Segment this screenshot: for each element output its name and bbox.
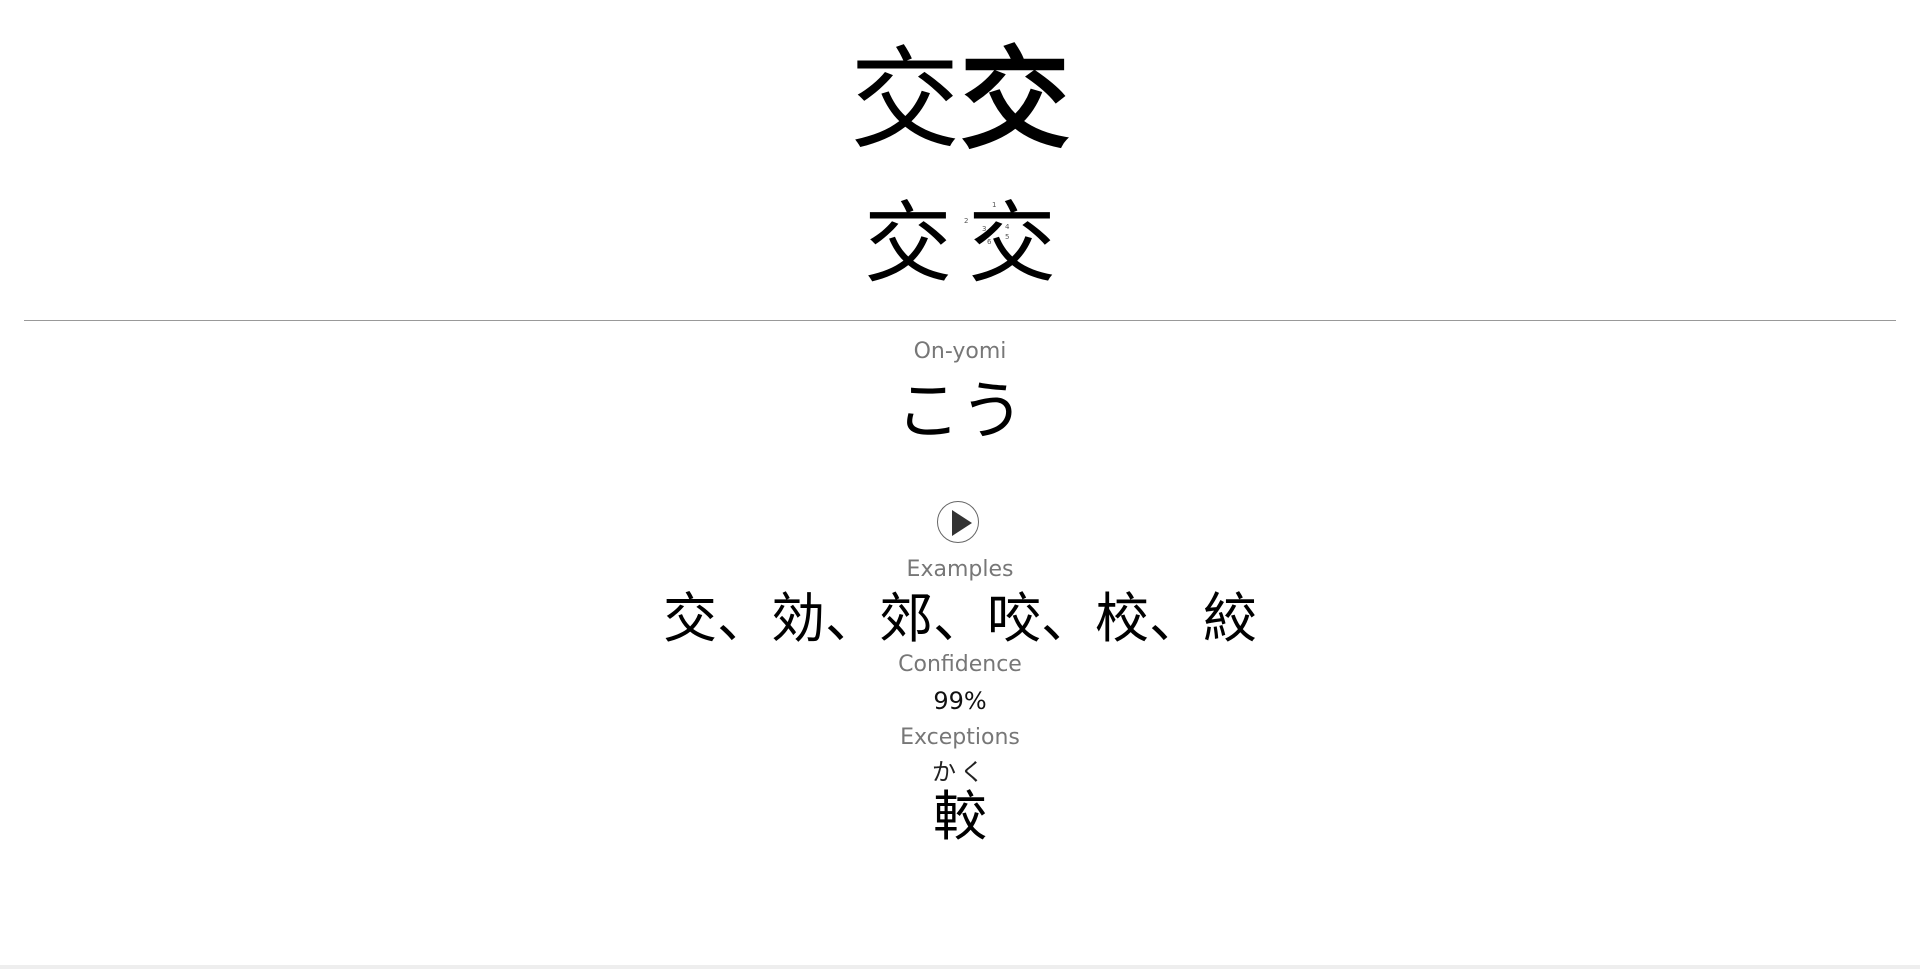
example-kanji[interactable]: 郊 xyxy=(879,584,933,654)
stroke-number: 3 xyxy=(982,225,987,233)
example-separator: 、 xyxy=(933,587,987,650)
examples-list: 交、効、郊、咬、校、絞 xyxy=(0,584,1920,654)
example-separator: 、 xyxy=(825,587,879,650)
stroke-number: 6 xyxy=(987,238,992,246)
confidence-value: 99% xyxy=(933,687,987,715)
kanji-main-bold: 交 xyxy=(960,36,1070,164)
section-divider xyxy=(24,320,1896,321)
kanji-stroke-order: 交1 2 3 4 5 6 xyxy=(964,192,1057,295)
kanji-variant: 交 xyxy=(863,192,952,295)
footer-divider xyxy=(0,965,1920,969)
exception-kanji[interactable]: 較 xyxy=(0,782,1920,852)
onyomi-reading: こう xyxy=(896,375,1024,449)
example-separator: 、 xyxy=(1041,587,1095,650)
stroke-number: 5 xyxy=(1005,233,1010,241)
onyomi-label: On-yomi xyxy=(913,339,1007,364)
stroke-number: 4 xyxy=(1005,223,1010,231)
kanji-main: 交 xyxy=(850,36,960,164)
play-audio-button[interactable] xyxy=(937,501,979,543)
stroke-number: 2 xyxy=(964,217,969,225)
stroke-order-char: 交 xyxy=(968,192,1057,295)
example-separator: 、 xyxy=(1149,587,1203,650)
example-separator: 、 xyxy=(717,587,771,650)
examples-label: Examples xyxy=(906,557,1014,582)
exceptions-label: Exceptions xyxy=(900,725,1020,750)
example-kanji[interactable]: 交 xyxy=(663,584,717,654)
confidence-label: Confidence xyxy=(898,652,1022,677)
kanji-variants: 交交123456 xyxy=(0,194,1920,294)
example-kanji[interactable]: 絞 xyxy=(1203,584,1257,654)
example-kanji[interactable]: 校 xyxy=(1095,584,1149,654)
kanji-header: 交交 xyxy=(0,40,1920,160)
example-kanji[interactable]: 咬 xyxy=(987,584,1041,654)
stroke-number: 1 xyxy=(992,201,997,209)
play-icon xyxy=(952,510,972,536)
example-kanji[interactable]: 効 xyxy=(771,584,825,654)
kanji-card-page: 交交 交交123456 On-yomi こう Examples 交、効、郊、咬、… xyxy=(0,0,1920,969)
